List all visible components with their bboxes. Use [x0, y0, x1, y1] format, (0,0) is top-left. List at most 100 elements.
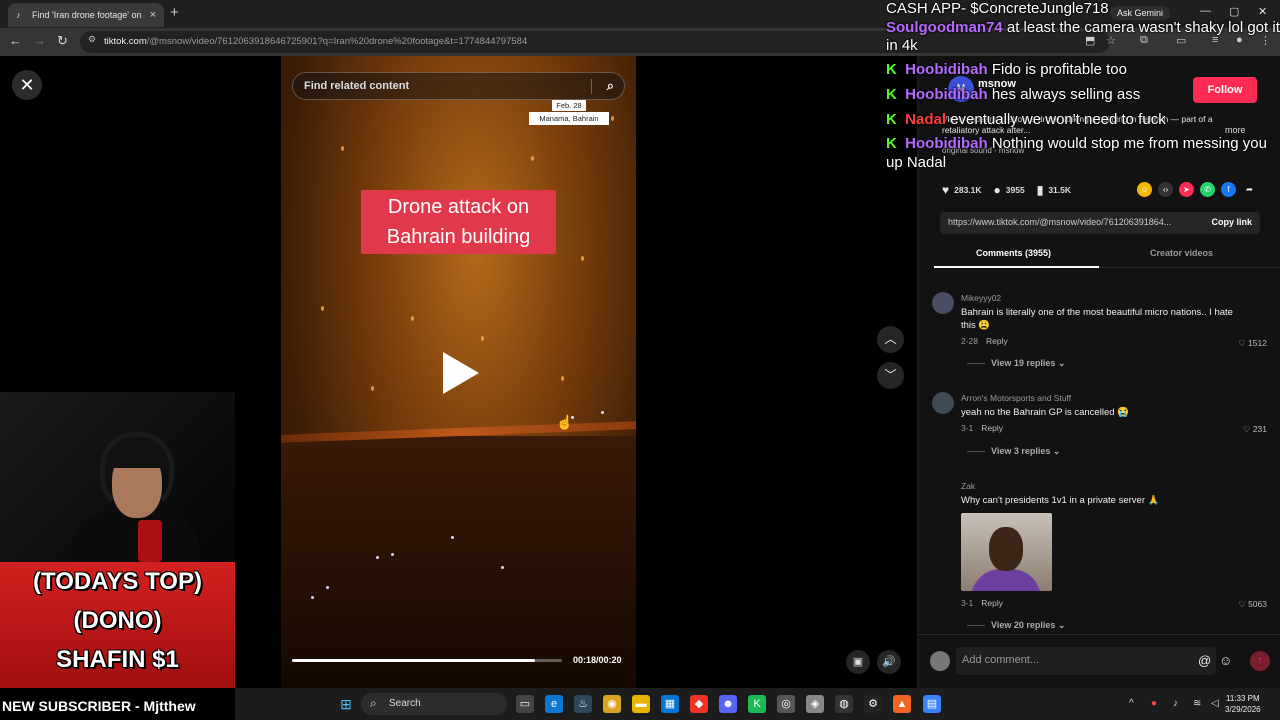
taskbar-search-label: Search [389, 698, 421, 709]
tray-mic-icon[interactable]: ♪ [1173, 698, 1178, 709]
kick-app-icon[interactable]: K [748, 695, 766, 713]
comment-like-count: 231 [1252, 424, 1267, 434]
video-spark [341, 146, 344, 151]
task-view-icon[interactable]: ▭ [516, 695, 534, 713]
image-shirt [971, 569, 1041, 591]
comment-likes[interactable]: ♡ 231 [1243, 424, 1267, 435]
copy-link-button[interactable]: Copy link [1211, 217, 1252, 227]
windows-start-icon[interactable]: ⊞ [337, 695, 355, 713]
dono-line: (DONO) [73, 607, 162, 634]
comment-button[interactable]: ● 3955 [994, 183, 1025, 197]
video-progress-bar[interactable] [292, 659, 562, 662]
chrome-icon[interactable]: ◉ [603, 695, 621, 713]
chat-user: Soulgoodman74 [886, 18, 1003, 36]
pip-icon[interactable]: ▣ [846, 650, 870, 674]
file-explorer-icon[interactable]: ▬ [632, 695, 650, 713]
view-replies-button[interactable]: View 20 replies ⌄ [967, 620, 1065, 631]
send-icon[interactable]: ➤ [1179, 182, 1194, 197]
app-red-icon[interactable]: ◆ [690, 695, 708, 713]
reply-button[interactable]: Reply [986, 336, 1008, 346]
play-icon[interactable] [443, 352, 479, 394]
view-replies-button[interactable]: View 3 replies ⌄ [967, 446, 1060, 457]
app-dark-icon[interactable]: ⚙ [864, 695, 882, 713]
chat-message: K Nadal eventually we won't need to fuck [886, 111, 1280, 130]
previous-video-button[interactable]: ︿ [877, 326, 904, 353]
screen: ♪ Find 'Iran drone footage' on Ti × + As… [0, 0, 1280, 720]
like-button[interactable]: ♥ 283.1K [942, 183, 982, 197]
view-replies-label: View 20 replies [991, 620, 1056, 630]
chat-message: Soulgoodman74 at least the camera wasn't… [886, 19, 1280, 56]
add-comment-input[interactable]: Add comment... [956, 647, 1216, 675]
taskbar: ⊞ ⌕ Search ▭ e ♨ ◉ ▬ ▦ ◆ ☻ K ◎ ◈ ◍ ⚙ ▲ ▤… [235, 688, 1280, 720]
store-icon[interactable]: ▦ [661, 695, 679, 713]
comment-meta: 3-1 Reply [961, 423, 1003, 433]
city-light [451, 536, 454, 539]
chat-message: K Hoobidibah Fido is profitable too [886, 61, 1280, 80]
discord-icon[interactable]: ☻ [719, 695, 737, 713]
back-icon[interactable]: ← [9, 34, 22, 48]
volume-tray-icon[interactable]: ◁ [1211, 698, 1219, 709]
reload-icon[interactable]: ↻ [57, 34, 68, 48]
commenter-avatar[interactable] [932, 292, 954, 314]
commenter-name[interactable]: Mikeyyy02 [961, 293, 1001, 303]
chat-user: Nadal [905, 110, 947, 128]
forward-icon[interactable]: → [33, 34, 46, 48]
reply-button[interactable]: Reply [981, 423, 1003, 433]
volume-icon[interactable]: 🔊 [877, 650, 901, 674]
clock-time: 11:33 PM [1225, 694, 1260, 703]
friends-share-icon[interactable]: ☺ [1137, 182, 1152, 197]
facebook-icon[interactable]: f [1221, 182, 1236, 197]
mention-icon[interactable]: @ [1198, 653, 1211, 668]
tab-creator-videos[interactable]: Creator videos [1150, 248, 1213, 258]
video-spark [411, 316, 414, 321]
steam-icon[interactable]: ♨ [574, 695, 592, 713]
close-video-button[interactable]: ✕ [12, 70, 42, 100]
search-icon[interactable]: ⌕ [607, 78, 614, 94]
whatsapp-icon[interactable]: ✆ [1200, 182, 1215, 197]
tab-comments[interactable]: Comments (3955) [976, 248, 1051, 258]
comment-likes[interactable]: ♡ 5063 [1238, 599, 1267, 610]
comment-count: 3955 [1005, 185, 1025, 195]
commenter-name[interactable]: Arron's Motorsports and Stuff [961, 393, 1071, 403]
view-replies-button[interactable]: View 19 replies ⌄ [967, 358, 1065, 369]
video-player[interactable]: Find related content ⌕ Feb. 28 Manama, B… [281, 56, 636, 688]
heart-icon: ♥ [942, 183, 950, 197]
comment-date: 3-1 [961, 598, 974, 608]
notepad-icon[interactable]: ▤ [923, 695, 941, 713]
tray-overflow-icon[interactable]: ^ [1129, 698, 1134, 709]
taskbar-clock[interactable]: 11:33 PM 3/29/2026 [1225, 693, 1261, 715]
commenter-avatar[interactable] [932, 480, 954, 502]
chat-user: Hoobidibah [905, 135, 988, 153]
emoji-icon[interactable]: ☺ [1219, 653, 1232, 668]
find-related-placeholder: Find related content [304, 80, 410, 92]
embed-icon[interactable]: ‹› [1158, 182, 1173, 197]
site-info-icon[interactable]: ⚙ [88, 34, 96, 45]
next-video-button[interactable]: ﹀ [877, 362, 904, 389]
commenter-name[interactable]: Zak [961, 481, 975, 491]
send-comment-button[interactable]: ↑ [1250, 651, 1270, 671]
wifi-icon[interactable]: ≋ [1193, 698, 1201, 709]
commenter-avatar[interactable] [932, 392, 954, 414]
tray-record-icon[interactable]: ● [1151, 698, 1157, 709]
streamer-body [70, 512, 200, 562]
app-orange-icon[interactable]: ▲ [893, 695, 911, 713]
comment-likes[interactable]: ♡ 1512 [1238, 338, 1267, 349]
close-tab-icon[interactable]: × [150, 9, 156, 21]
app-light-icon[interactable]: ◈ [806, 695, 824, 713]
share-icon[interactable]: ➦ [1242, 182, 1257, 197]
video-spark [611, 116, 614, 121]
kick-icon: K [886, 85, 897, 103]
obs-icon[interactable]: ◍ [835, 695, 853, 713]
edge-icon[interactable]: e [545, 695, 563, 713]
save-count: 31.5K [1048, 185, 1072, 195]
comment-image[interactable] [961, 513, 1052, 591]
tiktok-icon: ♪ [16, 10, 21, 20]
app-gray-icon[interactable]: ◎ [777, 695, 795, 713]
save-button[interactable]: ▮ 31.5K [1037, 183, 1071, 197]
find-related-search[interactable]: Find related content ⌕ [292, 72, 625, 100]
comment-text: Bahrain is literally one of the most bea… [961, 307, 1233, 331]
taskbar-search[interactable]: ⌕ Search [361, 693, 507, 715]
reply-button[interactable]: Reply [981, 598, 1003, 608]
browser-tab[interactable]: ♪ Find 'Iran drone footage' on Ti × [8, 3, 164, 27]
new-tab-icon[interactable]: + [170, 4, 179, 21]
